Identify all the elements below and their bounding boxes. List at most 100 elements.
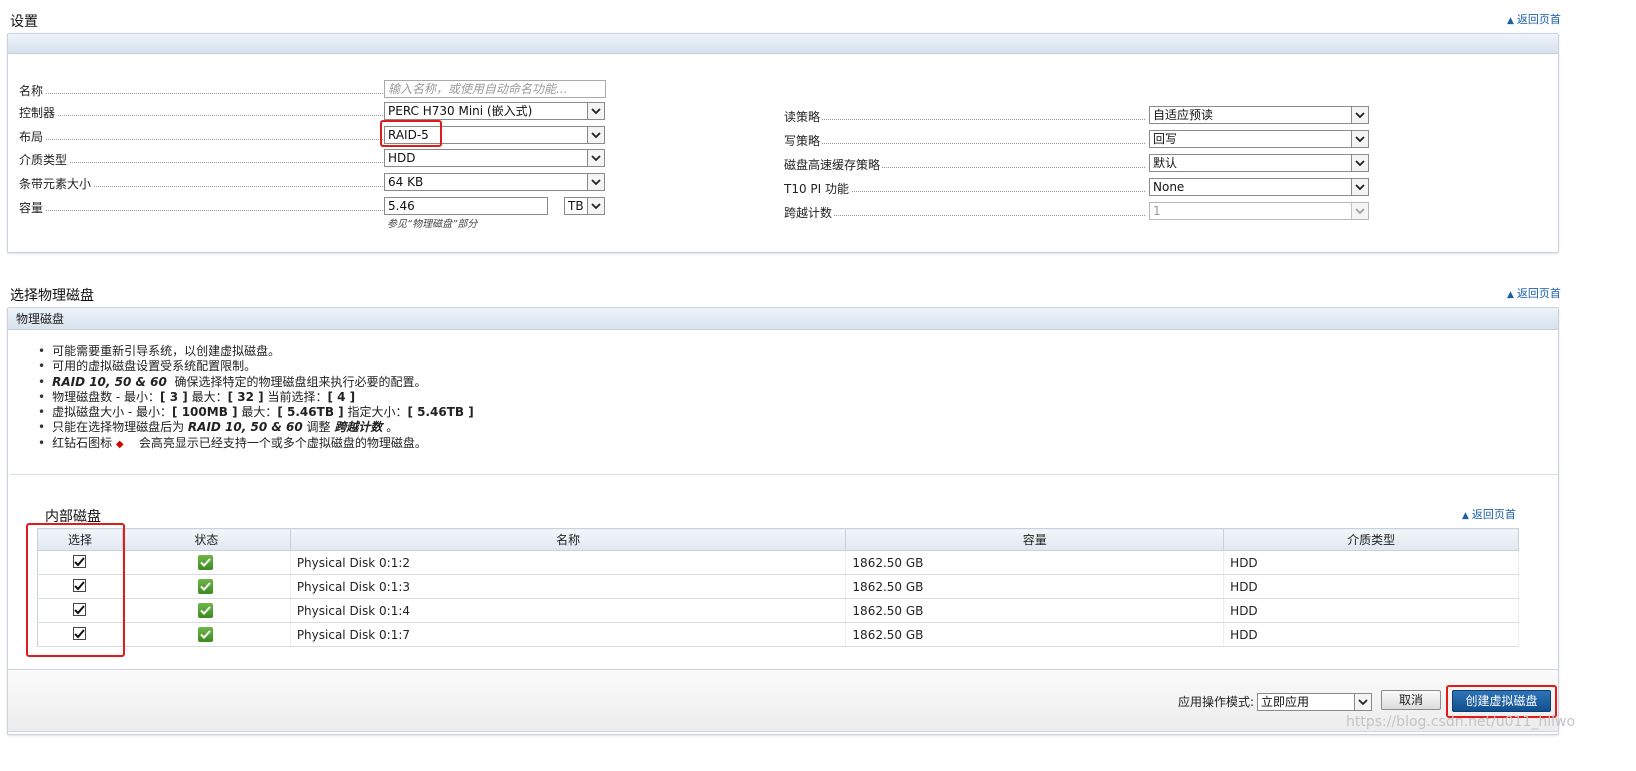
capacity-label: 容量 <box>19 199 46 216</box>
chevron-down-icon <box>1351 155 1368 171</box>
write-policy-select[interactable]: 回写 <box>1149 130 1369 148</box>
status-cell <box>122 622 291 647</box>
leader-dots <box>43 210 395 211</box>
note-item: 虚拟磁盘大小 - 最小：[ 100MB ] 最大：[ 5.46TB ] 指定大小… <box>38 405 474 420</box>
status-ok-icon <box>198 603 214 618</box>
status-ok-icon <box>198 627 214 642</box>
disk-media-type: HDD <box>1223 574 1519 599</box>
select-cell <box>37 598 123 623</box>
chevron-down-icon <box>587 150 604 166</box>
disk-select-checkbox[interactable] <box>72 603 86 617</box>
watermark-text: https://blog.csdn.net/u011_hllwo <box>1346 714 1576 730</box>
read-policy-select[interactable]: 自适应预读 <box>1149 106 1369 124</box>
column-header-capacity[interactable]: 容量 <box>845 528 1225 551</box>
capacity-row: 容量 5.46 TB <box>19 197 609 216</box>
table-header-row: 选择 状态 名称 容量 介质类型 <box>37 528 1519 551</box>
disk-capacity: 1862.50 GB <box>845 550 1225 575</box>
media-type-row: 介质类型 HDD <box>19 149 609 168</box>
notes-list: 可能需要重新引导系统，以创建虚拟磁盘。 可用的虚拟磁盘设置受系统配置限制。 RA… <box>38 344 474 452</box>
physical-disk-section-title: 选择物理磁盘 <box>10 288 94 304</box>
note-item: 可用的虚拟磁盘设置受系统配置限制。 <box>38 359 474 374</box>
controller-select[interactable]: PERC H730 Mini (嵌入式) <box>384 102 605 120</box>
table-row: Physical Disk 0:1:2 1862.50 GB HDD <box>37 550 1519 575</box>
create-virtual-disk-button[interactable]: 创建虚拟磁盘 <box>1452 690 1551 712</box>
disk-media-type: HDD <box>1223 550 1519 575</box>
span-count-label: 跨越计数 <box>784 204 835 221</box>
settings-panel-header <box>8 34 1558 54</box>
leader-dots <box>43 93 395 94</box>
leader-dots <box>91 186 395 187</box>
read-policy-label: 读策略 <box>784 108 823 125</box>
capacity-hint: 参见“物理磁盘”部分 <box>387 219 478 230</box>
status-cell <box>122 598 291 623</box>
disk-name: Physical Disk 0:1:7 <box>290 622 847 647</box>
capacity-input[interactable]: 5.46 <box>384 197 548 215</box>
settings-back-to-top-link[interactable]: ▲ 返回页首 <box>1507 11 1561 27</box>
note-item: 物理磁盘数 - 最小：[ 3 ] 最大：[ 32 ] 当前选择：[ 4 ] <box>38 390 474 405</box>
internal-disks-table: 选择 状态 名称 容量 介质类型 Physical Disk 0:1:2 186… <box>37 528 1519 647</box>
note-item: RAID 10, 50 & 60 确保选择特定的物理磁盘组来执行必要的配置。 <box>38 375 474 390</box>
read-policy-row: 读策略 自适应预读 <box>784 106 1374 125</box>
disk-capacity: 1862.50 GB <box>845 574 1225 599</box>
column-header-select[interactable]: 选择 <box>37 528 123 551</box>
leader-dots <box>820 143 1145 144</box>
triangle-up-icon: ▲ <box>1462 511 1469 521</box>
layout-select[interactable]: RAID-5 <box>384 126 605 144</box>
chevron-down-icon <box>587 127 604 143</box>
apply-mode-label: 应用操作模式: <box>1178 695 1255 709</box>
physical-back-to-top-link[interactable]: ▲ 返回页首 <box>1507 285 1561 301</box>
note-item: 红钻石图标 ◆ 会高亮显示已经支持一个或多个虚拟磁盘的物理磁盘。 <box>38 436 474 452</box>
cancel-button[interactable]: 取消 <box>1381 690 1441 710</box>
internal-back-to-top-link[interactable]: ▲ 返回页首 <box>1462 506 1516 522</box>
stripe-size-label: 条带元素大小 <box>19 175 94 192</box>
status-ok-icon <box>198 555 214 570</box>
status-cell <box>122 574 291 599</box>
chevron-down-icon <box>587 174 604 190</box>
internal-disks-title: 内部磁盘 <box>45 509 101 525</box>
disk-cache-policy-select[interactable]: 默认 <box>1149 154 1369 172</box>
leader-dots <box>880 167 1145 168</box>
apply-mode-select[interactable]: 立即应用 <box>1257 693 1372 711</box>
media-type-select[interactable]: HDD <box>384 149 605 167</box>
divider <box>10 474 1558 475</box>
disk-select-checkbox[interactable] <box>72 555 86 569</box>
capacity-unit-select[interactable]: TB <box>564 197 605 215</box>
t10-pi-select[interactable]: None <box>1149 178 1369 196</box>
select-cell <box>37 574 123 599</box>
disk-select-checkbox[interactable] <box>72 627 86 641</box>
red-diamond-icon: ◆ <box>115 438 124 450</box>
note-item: 只能在选择物理磁盘后为 RAID 10, 50 & 60 调整 跨越计数 。 <box>38 420 474 435</box>
select-cell <box>37 550 123 575</box>
triangle-up-icon: ▲ <box>1507 290 1514 300</box>
disk-cache-policy-row: 磁盘高速缓存策略 默认 <box>784 154 1374 173</box>
chevron-down-icon <box>1351 131 1368 147</box>
column-header-name[interactable]: 名称 <box>289 528 847 551</box>
layout-row: 布局 RAID-5 <box>19 126 609 145</box>
stripe-size-select[interactable]: 64 KB <box>384 173 605 191</box>
column-header-media-type[interactable]: 介质类型 <box>1223 528 1519 551</box>
column-header-status[interactable]: 状态 <box>121 528 291 551</box>
disk-media-type: HDD <box>1223 598 1519 623</box>
disk-name: Physical Disk 0:1:3 <box>290 574 847 599</box>
leader-dots <box>43 139 395 140</box>
name-row: 名称 输入名称，或使用自动命名功能... <box>19 80 609 99</box>
leader-dots <box>848 191 1145 192</box>
chevron-down-icon <box>587 103 604 119</box>
controller-label: 控制器 <box>19 104 58 121</box>
chevron-down-icon <box>587 198 604 214</box>
disk-name: Physical Disk 0:1:4 <box>290 598 847 623</box>
chevron-down-icon <box>1351 203 1368 219</box>
disk-select-checkbox[interactable] <box>72 579 86 593</box>
status-ok-icon <box>198 579 214 594</box>
name-input[interactable]: 输入名称，或使用自动命名功能... <box>384 80 606 98</box>
media-type-label: 介质类型 <box>19 151 70 168</box>
chevron-down-icon <box>1354 694 1371 710</box>
layout-label: 布局 <box>19 128 46 145</box>
controller-row: 控制器 PERC H730 Mini (嵌入式) <box>19 102 609 121</box>
disk-capacity: 1862.50 GB <box>845 622 1225 647</box>
t10-pi-row: T10 PI 功能 None <box>784 178 1374 197</box>
span-count-select[interactable]: 1 <box>1149 202 1369 220</box>
settings-title: 设置 <box>10 14 38 30</box>
note-item: 可能需要重新引导系统，以创建虚拟磁盘。 <box>38 344 474 359</box>
stripe-size-row: 条带元素大小 64 KB <box>19 173 609 192</box>
